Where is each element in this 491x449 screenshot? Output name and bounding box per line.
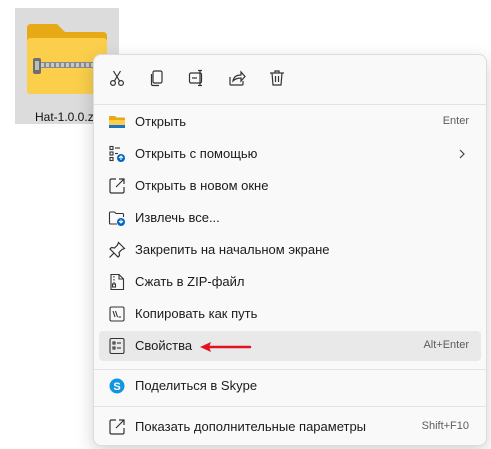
shortcut-label: Enter	[442, 115, 469, 127]
scissors-icon	[109, 70, 125, 87]
pin-icon	[108, 241, 126, 259]
menu-item-label: Свойства	[135, 338, 193, 353]
new-window-icon	[108, 177, 126, 195]
menu-item-open-new-window[interactable]: Открыть в новом окне	[99, 171, 481, 201]
menu-item-extract-all[interactable]: Извлечь все...	[99, 203, 481, 233]
menu-item-show-more-options[interactable]: Показать дополнительные параметры Shift+…	[99, 412, 481, 442]
menu-item-label: Извлечь все...	[135, 210, 220, 225]
menu-item-label: Показать дополнительные параметры	[135, 419, 367, 434]
annotation-arrow-icon	[200, 342, 252, 352]
share-button[interactable]	[224, 65, 250, 91]
rename-icon	[188, 69, 203, 87]
shortcut-label: Alt+Enter	[423, 339, 469, 351]
menu-item-label: Копировать как путь	[135, 306, 258, 321]
copy-icon	[150, 70, 163, 87]
menu-item-label: Поделиться в Skype	[135, 378, 258, 393]
menu-item-open[interactable]: Открыть Enter	[99, 107, 481, 137]
menu-separator	[94, 406, 486, 407]
extract-icon	[108, 209, 126, 227]
menu-item-copy-as-path[interactable]: Копировать как путь	[99, 299, 481, 329]
menu-item-label: Сжать в ZIP-файл	[135, 274, 245, 289]
menu-item-label: Закрепить на начальном экране	[135, 242, 330, 257]
trash-icon	[270, 70, 284, 86]
delete-button[interactable]	[264, 65, 290, 91]
menu-separator	[94, 369, 486, 370]
menu-item-pin-to-start[interactable]: Закрепить на начальном экране	[99, 235, 481, 265]
menu-item-share-skype[interactable]: S Поделиться в Skype	[99, 371, 481, 401]
menu-item-label: Открыть с помощью	[135, 146, 258, 161]
zip-icon	[108, 273, 126, 291]
svg-text:S: S	[113, 381, 120, 393]
folder-icon	[108, 113, 126, 131]
rename-button[interactable]	[184, 65, 210, 91]
copy-path-icon	[108, 305, 126, 323]
menu-item-label: Открыть в новом окне	[135, 178, 269, 193]
menu-item-compress-zip[interactable]: Сжать в ZIP-файл	[99, 267, 481, 297]
share-icon	[229, 70, 246, 86]
chevron-right-icon	[459, 149, 465, 159]
open-with-icon	[108, 145, 126, 163]
menu-separator	[94, 104, 486, 105]
shortcut-label: Shift+F10	[421, 420, 469, 432]
context-menu: Открыть Enter Открыть с помощью Открыть	[93, 54, 487, 446]
properties-icon	[108, 337, 126, 355]
menu-item-properties[interactable]: Свойства Alt+Enter	[99, 331, 481, 361]
copy-button[interactable]	[144, 65, 170, 91]
menu-item-open-with[interactable]: Открыть с помощью	[99, 139, 481, 169]
skype-icon: S	[108, 377, 126, 395]
more-options-icon	[108, 418, 126, 436]
menu-item-label: Открыть	[135, 114, 187, 129]
context-menu-toolbar	[94, 55, 486, 101]
cut-button[interactable]	[104, 65, 130, 91]
